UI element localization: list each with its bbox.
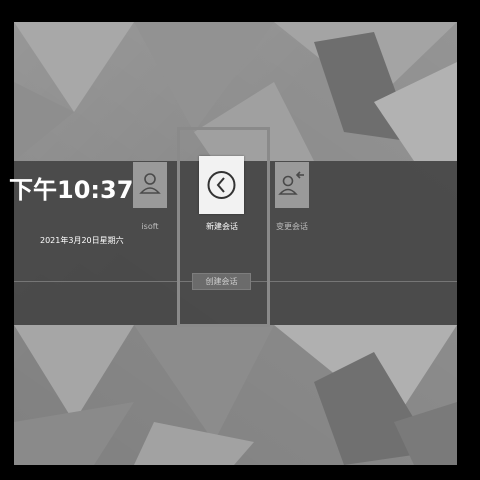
session-label-isoft: isoft xyxy=(141,222,159,231)
back-arrow-icon xyxy=(207,171,236,199)
clock-time: 下午10:37 xyxy=(9,176,134,204)
session-label-switch: 变更会话 xyxy=(276,222,308,231)
switch-user-icon xyxy=(278,171,304,195)
session-label-new: 新建会话 xyxy=(206,222,238,231)
create-session-button[interactable]: 创建会话 xyxy=(192,273,251,290)
user-icon xyxy=(139,173,161,194)
session-tile-switch[interactable] xyxy=(275,162,309,208)
session-tile-isoft[interactable] xyxy=(133,162,167,208)
clock-date: 2021年3月20日星期六 xyxy=(40,236,124,245)
session-tile-new[interactable] xyxy=(199,156,244,214)
